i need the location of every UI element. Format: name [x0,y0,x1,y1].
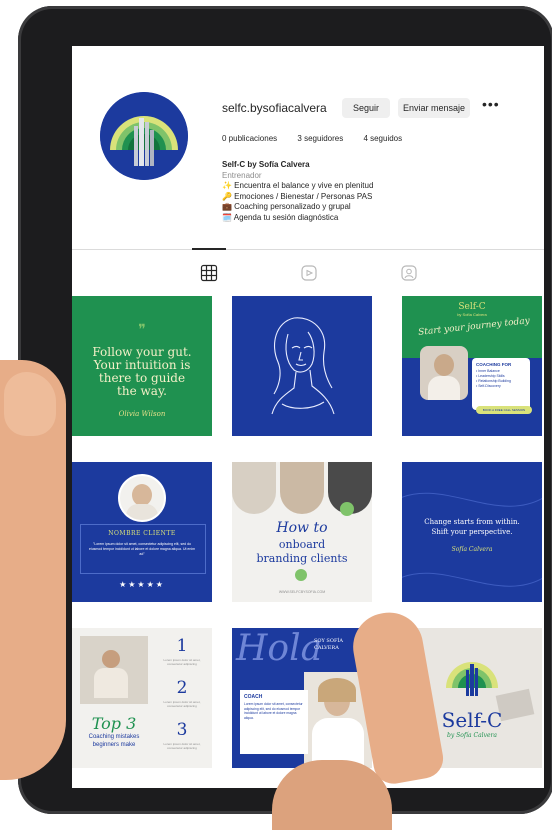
post-testimonial[interactable]: NOMBRE CLIENTE "Lorem ipsum dolor sit am… [72,462,212,602]
post-subtitle: Coaching mistakes [88,734,140,740]
post-follow-your-gut[interactable]: ❞ Follow your gut. Your intuition is the… [72,296,212,436]
tabs-divider [72,249,544,250]
coach-box-title: COACH [244,694,263,700]
post-start-your-journey[interactable]: Self-C by Sofía Calvera Start your journ… [402,296,542,436]
following-count[interactable]: 4 seguidos [363,134,402,143]
post-headline: Start your journey today [417,316,531,338]
grid-icon[interactable] [200,264,218,282]
profile-username: selfc.bysofiacalvera [222,101,327,115]
coach-info-box: COACH Lorem ipsum dolor sit amet, consec… [240,690,308,754]
client-photo [118,474,166,522]
profile-stats: 0 publicaciones 3 seguidores 4 seguidos [222,134,420,143]
quote-line: the way. [117,384,167,398]
post-photo [280,462,324,514]
coaching-item: • Self-Discovery [476,384,501,388]
profile-category: Entrenador [222,170,262,180]
bio-line: 🗓️ Agenda tu sesión diagnóstica [222,212,339,222]
posts-count: 0 publicaciones [222,134,278,143]
post-change-starts[interactable]: Change starts from within. Shift your pe… [402,462,542,602]
post-top-3[interactable]: Top 3 Coaching mistakes beginners make 1… [72,628,212,768]
post-text-line: Change starts from within. [424,518,520,526]
followers-count[interactable]: 3 seguidores [297,134,343,143]
reels-icon[interactable] [300,264,318,282]
post-footer: WWW.SELFCBYSOFIA.COM [278,590,326,594]
brand-logo-icon [100,92,188,180]
list-number: 2 [176,678,188,698]
coach-photo [420,346,468,400]
post-title-line: onboard [278,538,326,551]
testimonial-text: "Lorem ipsum dolor sit amet, consectetur… [88,542,196,556]
list-number: 3 [176,720,188,740]
post-brand: Self-C [458,302,486,312]
post-title: Top 3 [91,714,137,733]
coaching-box: COACHING FOR • Inner Balance • Leadershi… [472,358,530,410]
post-title-line: How to [276,520,328,536]
quote-signature: Olivia Wilson [118,410,166,418]
post-how-to-onboard[interactable]: How to onboard branding clients WWW.SELF… [232,462,372,602]
active-tab-indicator [192,248,226,250]
quote-icon: ❞ [138,322,146,338]
post-text-line: Shift your perspective. [431,528,513,536]
post-intro: CALVERA [314,645,339,651]
instagram-profile-screen: selfc.bysofiacalvera Seguir Enviar mensa… [72,46,544,788]
post-photo [232,462,276,514]
profile-bio: Self-C by Sofía Calvera Entrenador ✨ Enc… [222,160,373,223]
post-subtitle: beginners make [92,742,136,748]
sparkle-icon [340,502,354,516]
brand-logo-icon [446,662,498,696]
rating-stars-icon: ★★★★★ [119,580,165,589]
client-name: NOMBRE CLIENTE [108,530,176,537]
profile-name: Self-C by Sofía Calvera [222,160,310,169]
coaching-box-title: COACHING FOR [476,362,512,367]
list-text: Lorem ipsum dolor sit amet, consectetur … [163,658,201,666]
list-number: 1 [176,636,188,656]
left-thumb [4,372,56,436]
post-hola-soy-sofia[interactable]: Hola SOY SOFÍA CALVERA COACH Lorem ipsum… [232,628,372,768]
send-message-button[interactable]: Enviar mensaje [398,98,470,118]
post-line-art-woman[interactable] [232,296,372,436]
follow-button[interactable]: Seguir [342,98,390,118]
tagged-icon[interactable] [400,264,418,282]
bio-line: 🔑 Emociones / Bienestar / Personas PAS [222,191,373,201]
post-title-line: branding clients [256,552,348,565]
post-hola: Hola [236,628,323,669]
list-text: Lorem ipsum dolor sit amet, consectetur … [163,700,201,708]
bio-line: 💼 Coaching personalizado y grupal [222,202,351,211]
list-text: Lorem ipsum dolor sit amet, consectetur … [163,742,201,750]
bio-line: ✨ Encuentra el balance y vive en plenitu… [222,181,374,190]
more-options-icon[interactable]: ••• [482,96,500,112]
woman-line-art-icon [271,317,335,415]
post-photo [80,636,148,704]
post-signature: Sofía Calvera [451,546,493,553]
coach-box-text: Lorem ipsum dolor sit amet, consectetur … [244,702,303,720]
tablet-frame: selfc.bysofiacalvera Seguir Enviar mensa… [18,6,552,814]
post-intro: SOY SOFÍA [314,638,343,644]
avatar[interactable] [100,92,188,180]
book-call-button: BOOK A FREE CALL SESSION [476,406,532,414]
arrow-down-icon [295,569,307,581]
